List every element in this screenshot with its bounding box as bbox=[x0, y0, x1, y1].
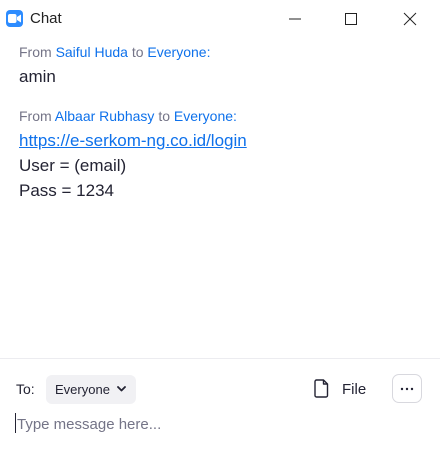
zoom-camera-icon bbox=[6, 10, 23, 27]
text-caret bbox=[15, 413, 16, 433]
file-button[interactable]: File bbox=[310, 376, 374, 403]
minimize-icon bbox=[289, 18, 301, 20]
recipient-dropdown[interactable]: Everyone bbox=[46, 375, 136, 404]
message-line: amin bbox=[19, 67, 56, 86]
message-body: https://e-serkom-ng.co.id/login User = (… bbox=[19, 128, 429, 203]
recipient-name[interactable]: Everyone: bbox=[174, 108, 237, 124]
chevron-down-icon bbox=[117, 386, 126, 392]
title-bar: Chat bbox=[0, 0, 440, 38]
sender-name[interactable]: Albaar Rubhasy bbox=[55, 108, 155, 124]
close-icon bbox=[403, 12, 417, 26]
divider bbox=[0, 358, 440, 359]
more-options-button[interactable] bbox=[392, 374, 422, 403]
to-word: to bbox=[131, 44, 144, 60]
from-label: From bbox=[19, 108, 52, 124]
file-label: File bbox=[342, 381, 367, 398]
chat-message: From Saiful Huda to Everyone: amin bbox=[19, 43, 429, 89]
to-word: to bbox=[158, 108, 170, 124]
recipient-selected: Everyone bbox=[55, 382, 110, 397]
from-label: From bbox=[19, 44, 52, 60]
close-button[interactable] bbox=[387, 0, 433, 38]
message-body: amin bbox=[19, 64, 429, 89]
message-header: From Saiful Huda to Everyone: bbox=[19, 43, 429, 61]
message-list: From Saiful Huda to Everyone: amin From … bbox=[0, 38, 440, 358]
message-link[interactable]: https://e-serkom-ng.co.id/login bbox=[19, 128, 429, 153]
message-input[interactable] bbox=[14, 410, 429, 438]
chat-message: From Albaar Rubhasy to Everyone: https:/… bbox=[19, 107, 429, 203]
chat-window: Chat From Saiful Huda to Everyone: amin … bbox=[0, 0, 440, 474]
maximize-button[interactable] bbox=[328, 0, 374, 38]
message-header: From Albaar Rubhasy to Everyone: bbox=[19, 107, 429, 125]
sender-name[interactable]: Saiful Huda bbox=[56, 44, 128, 60]
to-label: To: bbox=[16, 381, 35, 397]
recipient-name[interactable]: Everyone: bbox=[147, 44, 210, 60]
file-icon bbox=[314, 379, 329, 398]
minimize-button[interactable] bbox=[272, 0, 318, 38]
maximize-icon bbox=[345, 13, 357, 25]
window-title: Chat bbox=[30, 10, 62, 27]
message-line: Pass = 1234 bbox=[19, 181, 114, 200]
more-icon bbox=[400, 387, 414, 391]
message-line: User = (email) bbox=[19, 156, 127, 175]
